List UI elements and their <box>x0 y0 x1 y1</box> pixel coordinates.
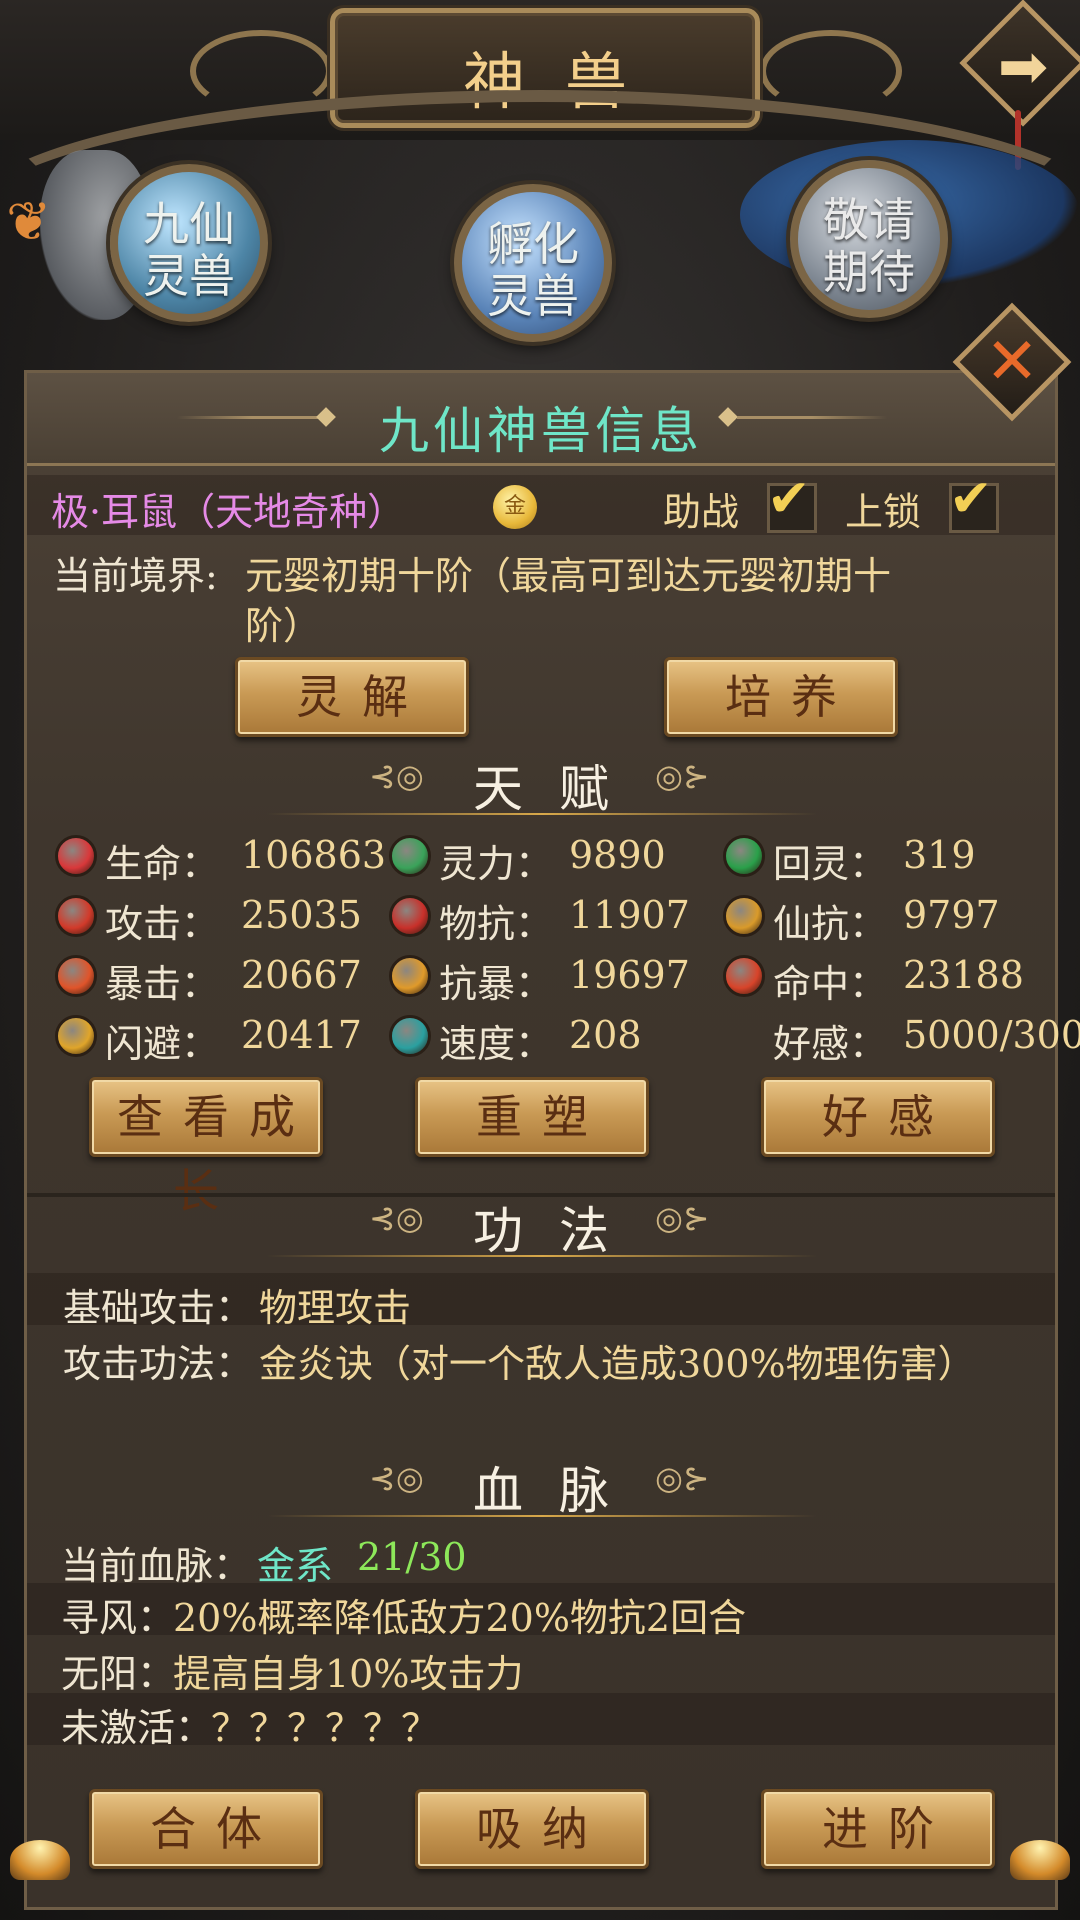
stat-label: 暴击： <box>105 962 220 1006</box>
realm-value: 元婴初期十阶（最高可到达元婴初期十 <box>245 554 892 598</box>
close-icon[interactable]: ✕ <box>960 318 1064 406</box>
absorb-button[interactable]: 吸纳 <box>415 1789 649 1869</box>
stat-label: 命中： <box>773 962 888 1006</box>
panel-header: 九仙神兽信息 <box>27 373 1055 466</box>
basic-attack-label: 基础攻击： <box>63 1286 254 1330</box>
lamp-icon <box>1010 1840 1070 1880</box>
stat-value: 20667 <box>241 953 362 997</box>
basic-attack-value: 物理攻击 <box>259 1286 412 1330</box>
lock-label: 上锁 <box>845 490 922 534</box>
red-shield-icon <box>389 895 431 937</box>
regen-icon <box>723 835 765 877</box>
assist-label: 助战 <box>663 490 740 534</box>
bloodline-title: 血脉 <box>473 1462 645 1520</box>
swirl-right-icon: ◎⊱ <box>655 1459 710 1497</box>
divider-line <box>737 416 887 419</box>
stat-value: 25035 <box>241 893 362 937</box>
beast-name: 极·耳鼠（天地奇种） <box>51 490 406 534</box>
stat-label: 好感： <box>773 1022 888 1066</box>
target-icon <box>723 955 765 997</box>
stat-label: 闪避： <box>105 1022 220 1066</box>
stat-value: 23188 <box>903 953 1024 997</box>
swirl-right-icon: ◎⊱ <box>655 1199 710 1237</box>
stat-label: 灵力： <box>439 842 554 886</box>
sword-icon <box>55 895 97 937</box>
dodge-icon <box>55 1015 97 1057</box>
tab-coming-soon[interactable]: 敬请 期待 <box>790 160 948 318</box>
checkmark-icon: ✔ <box>767 469 811 529</box>
checkmark-icon: ✔ <box>949 469 993 529</box>
stat-value: 5000/3000 <box>903 1013 1080 1057</box>
gold-coin-icon: 金 <box>493 485 537 529</box>
bloodline-inactive-value: ？？？？？？ <box>211 1706 440 1750</box>
attack-skill-value: 金炎诀（对一个敌人造成300%物理伤害） <box>259 1342 976 1386</box>
beast-info-panel: 九仙神兽信息 极·耳鼠（天地奇种） 金 助战 ✔ 上锁 ✔ 当前境界: 元婴初期… <box>24 370 1080 1910</box>
tab-nine-immortal-beasts[interactable]: 九仙 灵兽 <box>110 164 268 322</box>
stat-value: 9890 <box>569 833 666 877</box>
block-fist-icon <box>389 955 431 997</box>
lamp-icon <box>10 1840 70 1880</box>
spirit-orb-icon <box>389 835 431 877</box>
attack-skill-label: 攻击功法： <box>63 1342 254 1386</box>
stat-label: 抗暴： <box>439 962 554 1006</box>
panel-title: 九仙神兽信息 <box>379 402 703 460</box>
bloodline-current-label: 当前血脉： <box>61 1544 252 1588</box>
crit-fist-icon <box>55 955 97 997</box>
stat-label: 速度： <box>439 1022 554 1066</box>
realm-label: 当前境界: <box>53 554 218 598</box>
tab-label: 敬请 期待 <box>823 193 915 299</box>
gold-shield-icon <box>723 895 765 937</box>
stat-value: 106863 <box>241 833 387 877</box>
bloodline-effect-label: 无阳： <box>61 1652 176 1696</box>
realm-value-cont: 阶） <box>245 604 322 648</box>
stat-label: 攻击： <box>105 902 220 946</box>
view-growth-button[interactable]: 查看成长 <box>89 1077 323 1218</box>
stat-label: 物抗： <box>439 902 554 946</box>
tab-hatch-beasts[interactable]: 孵化 灵兽 <box>454 184 612 342</box>
heart-icon <box>55 835 97 877</box>
stat-label: 生命： <box>105 842 220 886</box>
tab-label: 九仙 灵兽 <box>143 197 235 303</box>
wind-icon <box>389 1015 431 1057</box>
swirl-right-icon: ◎⊱ <box>655 757 710 795</box>
stat-value: 19697 <box>569 953 690 997</box>
stat-label: 仙抗： <box>773 902 888 946</box>
tab-label: 孵化 灵兽 <box>487 217 579 323</box>
bloodline-effect-label: 寻风： <box>61 1596 176 1640</box>
reshape-button[interactable]: 重塑 <box>415 1077 649 1157</box>
bloodline-progress: 21/30 <box>357 1535 467 1579</box>
understand-button[interactable]: 灵解 <box>235 657 469 737</box>
stat-value: 208 <box>569 1013 642 1057</box>
skills-title: 功法 <box>473 1202 645 1260</box>
stat-value: 20417 <box>241 1013 362 1057</box>
butterfly-icon: ❦ <box>6 190 52 253</box>
bloodline-effect-value: 20%概率降低敌方20%物抗2回合 <box>173 1596 747 1640</box>
bloodline-effect-value: 提高自身10%攻击力 <box>173 1652 524 1696</box>
bloodline-type: 金系 <box>257 1544 334 1588</box>
stat-value: 11907 <box>569 893 690 937</box>
stat-label: 回灵： <box>773 842 888 886</box>
merge-button[interactable]: 合体 <box>89 1789 323 1869</box>
cultivate-button[interactable]: 培养 <box>664 657 898 737</box>
arrow-right-icon[interactable]: ➡ <box>965 22 1080 112</box>
bloodline-inactive-label: 未激活： <box>61 1706 214 1750</box>
cloud-ornament-right <box>760 30 902 112</box>
stat-value: 9797 <box>903 893 1000 937</box>
stat-value: 319 <box>903 833 976 877</box>
talent-title: 天赋 <box>473 760 645 818</box>
advance-button[interactable]: 进阶 <box>761 1789 995 1869</box>
favor-button[interactable]: 好感 <box>761 1077 995 1157</box>
